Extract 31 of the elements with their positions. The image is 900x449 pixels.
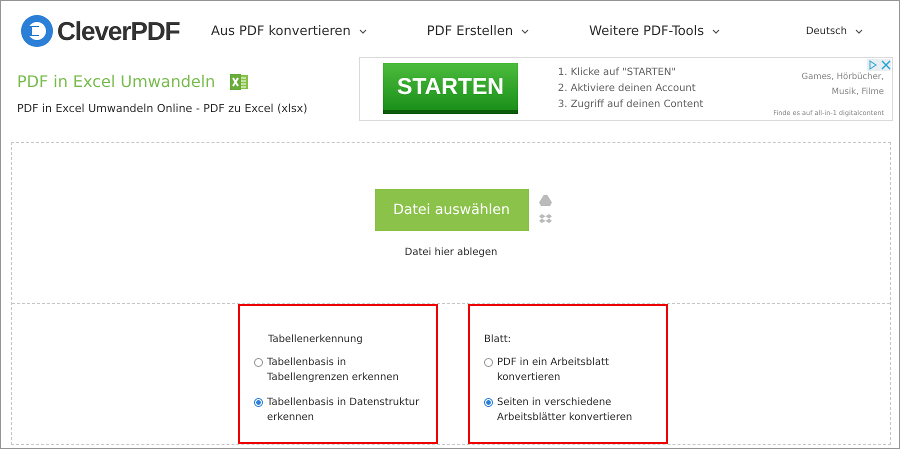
chevron-down-icon [521,28,530,34]
ad-step-text: 2. Aktiviere deinen Account [558,82,697,96]
radio-option[interactable]: PDF in ein Arbeitsblatt konvertieren [484,355,658,385]
chevron-down-icon [712,28,720,34]
nav-menu-link[interactable]: Aus PDF konvertieren [211,24,367,39]
radio-button[interactable] [254,358,263,367]
radio-button[interactable] [254,398,263,407]
nav-menu-link[interactable]: Weitere PDF-Tools [589,24,720,39]
ad-step-text: 3. Zugriff auf deinen Content [558,98,704,112]
chevron-down-icon [358,28,367,34]
option-title: Tabellenerkennung [267,333,364,347]
dropbox-icon[interactable] [538,214,552,224]
option-label: Seiten in verschiedene Arbeitsblätter konvertieren [497,396,634,425]
chevron-down-icon [855,28,863,34]
ad-tag-text: Games, Hörbücher, [802,71,884,84]
option-label: PDF in ein Arbeitsblatt konvertieren [497,356,610,385]
ad-tag-text: Musik, Filme [832,86,884,100]
radio-button[interactable] [484,398,493,407]
radio-button[interactable] [484,358,493,367]
option-label: Tabellenbasis in Tabellengrenzen erkennen [267,356,400,385]
nav-menu-link[interactable]: PDF Erstellen [426,24,530,39]
ad-step-text: 1. Klicke auf "STARTEN" [558,66,678,80]
excel-icon [229,72,250,92]
radio-option[interactable]: Tabellenbasis in Tabellengrenzen erkennen [254,355,428,385]
drop-hint: Datei hier ablegen [404,246,498,258]
radio-option[interactable]: Seiten in verschiedene Arbeitsblätter konvertieren [484,395,658,425]
option-title: Blatt: [484,333,512,347]
page-subtitle: PDF in Excel Umwandeln Online - PDF zu Excel (xlsx) [17,102,308,115]
language-selector[interactable]: Deutsch [806,26,863,37]
page-title: PDF in Excel Umwandeln [17,72,216,92]
logo-text[interactable]: CleverPDF [57,16,180,47]
